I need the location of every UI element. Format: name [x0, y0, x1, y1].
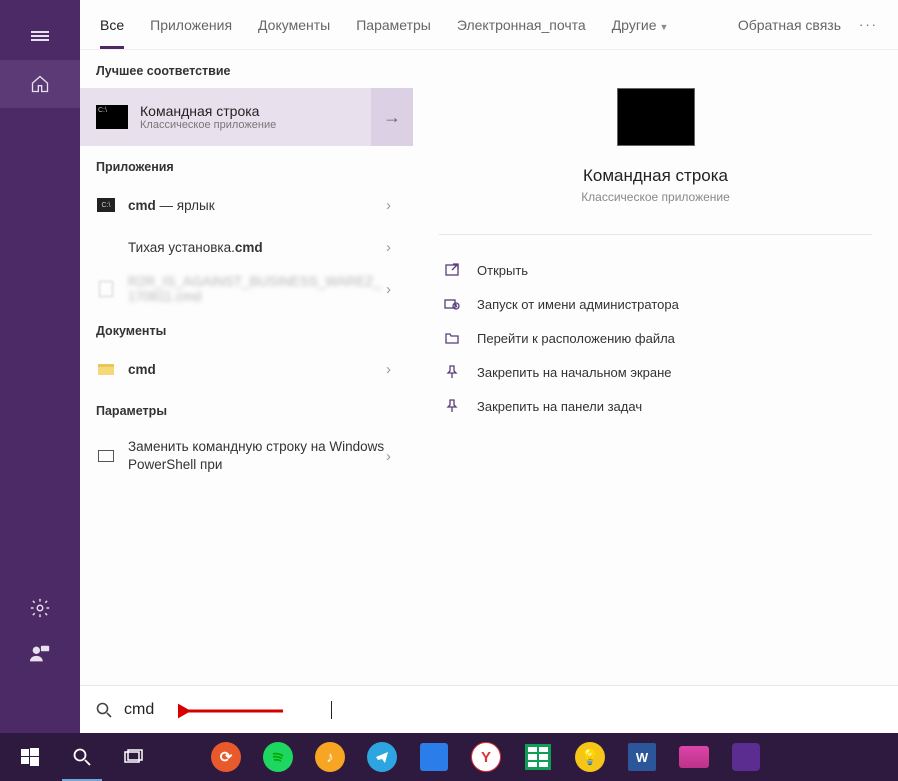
preview-subtitle: Классическое приложение	[581, 190, 730, 204]
search-icon	[96, 702, 112, 718]
search-bar[interactable]	[80, 685, 898, 733]
best-match-subtitle: Классическое приложение	[140, 119, 397, 131]
yandex-icon: Y	[471, 742, 501, 772]
action-pin-taskbar[interactable]: Закрепить на панели задач	[433, 389, 878, 423]
taskbar-app[interactable]: ⟳	[200, 733, 252, 781]
search-button[interactable]	[56, 733, 108, 781]
feedback-link[interactable]: Обратная связь	[738, 17, 841, 33]
taskbar-app[interactable]	[252, 733, 304, 781]
folder-icon	[96, 361, 116, 377]
gear-icon	[29, 597, 51, 619]
cortana-sidebar	[0, 0, 80, 735]
result-label: Тихая установка.cmd	[128, 240, 386, 255]
section-apps: Приложения	[80, 146, 413, 184]
chevron-right-icon: ›	[386, 361, 397, 378]
folder-location-icon	[443, 329, 461, 347]
telegram-icon	[367, 742, 397, 772]
taskbar-app[interactable]	[512, 733, 564, 781]
hamburger-icon	[31, 29, 49, 43]
start-button[interactable]	[4, 733, 56, 781]
home-icon	[30, 74, 50, 94]
result-app-item[interactable]: Тихая установка.cmd ›	[80, 226, 413, 268]
section-docs: Документы	[80, 310, 413, 348]
more-button[interactable]: ···	[859, 17, 878, 32]
filter-tabs: Все Приложения Документы Параметры Элект…	[80, 0, 898, 50]
settings-button[interactable]	[0, 597, 80, 619]
taskbar-app[interactable]	[408, 733, 460, 781]
windows-icon	[21, 748, 39, 766]
preview-thumbnail	[617, 88, 695, 146]
word-icon: W	[628, 743, 656, 771]
action-run-as-admin[interactable]: Запуск от имени администратора	[433, 287, 878, 321]
lightbulb-icon: 💡	[575, 742, 605, 772]
cmd-app-icon: C:\	[96, 105, 128, 129]
expand-arrow-button[interactable]: →	[371, 88, 413, 146]
file-icon	[96, 281, 116, 297]
task-view-button[interactable]	[108, 733, 160, 781]
result-label: R2R_IS_AGAINST_BUSINESS_WAREZ_170811.cmd	[128, 274, 386, 304]
person-chat-icon	[29, 643, 51, 665]
taskbar-app[interactable]: 💡	[564, 733, 616, 781]
shortcut-icon: C:\	[96, 197, 116, 213]
tab-email[interactable]: Электронная_почта	[457, 17, 586, 33]
tab-all[interactable]: Все	[100, 17, 124, 49]
section-params: Параметры	[80, 390, 413, 428]
section-best-match: Лучшее соответствие	[80, 50, 413, 88]
taskbar-app[interactable]	[356, 733, 408, 781]
result-label: Заменить командную строку на Windows Pow…	[128, 438, 386, 474]
explorer-icon	[420, 743, 448, 771]
taskbar: ⟳ ♪ Y 💡 W	[0, 733, 898, 781]
caret-down-icon: ▼	[660, 22, 669, 32]
app-icon: ⟳	[211, 742, 241, 772]
chevron-right-icon: ›	[386, 448, 397, 465]
result-label: cmd — ярлык	[128, 198, 386, 213]
text-cursor	[331, 701, 332, 719]
pin-start-icon	[443, 363, 461, 381]
best-match-item[interactable]: C:\ Командная строка Классическое прилож…	[80, 88, 413, 146]
admin-icon	[443, 295, 461, 313]
search-icon	[73, 748, 91, 766]
results-list: Лучшее соответствие C:\ Командная строка…	[80, 50, 413, 735]
spotify-icon	[263, 742, 293, 772]
search-input[interactable]	[124, 701, 331, 719]
chevron-right-icon: ›	[386, 197, 397, 214]
chevron-right-icon: ›	[386, 239, 397, 256]
result-doc-item[interactable]: cmd ›	[80, 348, 413, 390]
taskbar-app[interactable]: W	[616, 733, 668, 781]
taskbar-app[interactable]	[720, 733, 772, 781]
music-icon: ♪	[315, 742, 345, 772]
feedback-button[interactable]	[0, 643, 80, 665]
setting-icon	[96, 448, 116, 464]
task-view-icon	[124, 749, 144, 765]
tab-docs[interactable]: Документы	[258, 17, 330, 33]
action-pin-start[interactable]: Закрепить на начальном экране	[433, 355, 878, 389]
preview-pane: Командная строка Классическое приложение…	[413, 50, 898, 735]
result-app-item[interactable]: C:\ cmd — ярлык ›	[80, 184, 413, 226]
app-icon	[679, 746, 709, 768]
action-open[interactable]: Открыть	[433, 253, 878, 287]
sheets-icon	[525, 744, 551, 770]
search-panel: Все Приложения Документы Параметры Элект…	[80, 0, 898, 735]
divider	[439, 234, 872, 235]
result-app-item[interactable]: R2R_IS_AGAINST_BUSINESS_WAREZ_170811.cmd…	[80, 268, 413, 310]
taskbar-app[interactable]: ♪	[304, 733, 356, 781]
tab-params[interactable]: Параметры	[356, 17, 431, 33]
pin-taskbar-icon	[443, 397, 461, 415]
result-label: cmd	[128, 362, 386, 377]
open-icon	[443, 261, 461, 279]
taskbar-app[interactable]	[668, 733, 720, 781]
home-button[interactable]	[0, 60, 80, 108]
app-icon	[732, 743, 760, 771]
action-open-location[interactable]: Перейти к расположению файла	[433, 321, 878, 355]
tab-other[interactable]: Другие▼	[612, 17, 669, 33]
best-match-title: Командная строка	[140, 103, 397, 119]
taskbar-app[interactable]: Y	[460, 733, 512, 781]
preview-title: Командная строка	[583, 166, 728, 186]
file-icon	[96, 239, 116, 255]
hamburger-button[interactable]	[0, 12, 80, 60]
tab-apps[interactable]: Приложения	[150, 17, 232, 33]
result-setting-item[interactable]: Заменить командную строку на Windows Pow…	[80, 428, 413, 484]
chevron-right-icon: ›	[386, 281, 397, 298]
